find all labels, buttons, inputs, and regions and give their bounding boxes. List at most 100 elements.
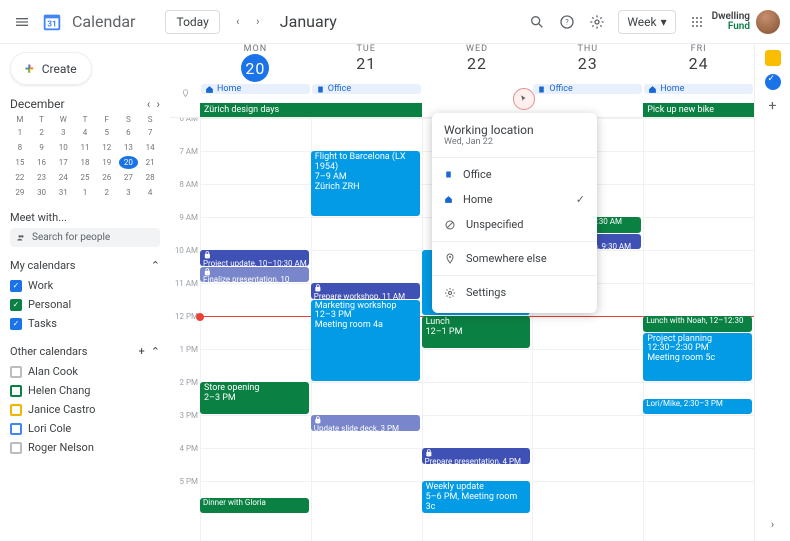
- mini-day[interactable]: 22: [10, 171, 30, 184]
- mini-day[interactable]: 2: [97, 186, 117, 199]
- popup-option-home[interactable]: Home✓: [432, 187, 597, 212]
- checkbox[interactable]: [10, 404, 22, 416]
- calendar-item[interactable]: Lori Cole: [10, 419, 160, 438]
- calendar-event[interactable]: Prepare presentation, 4 PM: [422, 448, 531, 464]
- popup-settings[interactable]: Settings: [432, 280, 597, 305]
- working-location-pill[interactable]: Office: [312, 84, 421, 94]
- mini-day[interactable]: 31: [53, 186, 73, 199]
- mini-prev-button[interactable]: ‹: [147, 97, 151, 111]
- calendar-event[interactable]: Dinner with Gloria: [200, 498, 309, 514]
- mini-day[interactable]: 13: [119, 141, 139, 154]
- mini-day[interactable]: 27: [119, 171, 139, 184]
- mini-day[interactable]: 30: [32, 186, 52, 199]
- tasks-button[interactable]: [765, 74, 781, 90]
- mini-day[interactable]: 20: [119, 156, 139, 169]
- popup-option-unspecified[interactable]: Unspecified: [432, 212, 597, 237]
- mini-day[interactable]: 19: [97, 156, 117, 169]
- calendar-event[interactable]: Lunch with Noah, 12–12:30: [643, 316, 752, 332]
- calendar-event[interactable]: Marketing workshop12–3 PMMeeting room 4a: [311, 300, 420, 382]
- settings-button[interactable]: [584, 9, 610, 35]
- allday-event[interactable]: Pick up new bike: [643, 103, 754, 117]
- mini-day[interactable]: 18: [75, 156, 95, 169]
- search-people-input[interactable]: Search for people: [10, 228, 160, 247]
- add-other-calendar-button[interactable]: +: [139, 345, 145, 358]
- search-button[interactable]: [524, 9, 550, 35]
- day-header[interactable]: FRI24: [643, 44, 754, 84]
- mini-day[interactable]: 10: [53, 141, 73, 154]
- checkbox[interactable]: [10, 423, 22, 435]
- today-button[interactable]: Today: [165, 10, 219, 34]
- calendar-event[interactable]: Prepare workshop, 11 AM: [311, 283, 420, 299]
- mini-day[interactable]: 1: [10, 126, 30, 139]
- calendar-event[interactable]: Store opening2–3 PM: [200, 382, 309, 414]
- calendar-item[interactable]: Personal: [10, 295, 160, 314]
- checkbox[interactable]: [10, 318, 22, 330]
- working-location-pill[interactable]: Home: [644, 84, 753, 94]
- allday-event[interactable]: Zürich design days: [200, 103, 311, 117]
- addons-button[interactable]: +: [769, 98, 777, 114]
- mini-day[interactable]: 4: [140, 186, 160, 199]
- mini-day[interactable]: 21: [140, 156, 160, 169]
- mini-day[interactable]: 3: [53, 126, 73, 139]
- mini-day[interactable]: 8: [10, 141, 30, 154]
- mini-day[interactable]: 29: [10, 186, 30, 199]
- mini-day[interactable]: 14: [140, 141, 160, 154]
- checkbox[interactable]: [10, 385, 22, 397]
- day-header[interactable]: TUE21: [311, 44, 422, 84]
- calendar-event[interactable]: Weekly update5–6 PM, Meeting room 3c: [422, 481, 531, 513]
- mini-day[interactable]: 9: [32, 141, 52, 154]
- collapse-panel-button[interactable]: ›: [771, 518, 774, 531]
- mini-day[interactable]: 5: [97, 126, 117, 139]
- mini-day[interactable]: 25: [75, 171, 95, 184]
- mini-day[interactable]: 12: [97, 141, 117, 154]
- calendar-item[interactable]: Work: [10, 276, 160, 295]
- calendar-event[interactable]: Finalize presentation, 10: [200, 267, 309, 283]
- mini-calendar[interactable]: MTWTFSS123456789101112131415161718192021…: [10, 115, 160, 199]
- main-menu-button[interactable]: [10, 10, 34, 34]
- mini-day[interactable]: 2: [32, 126, 52, 139]
- account-avatar[interactable]: [756, 10, 780, 34]
- mini-next-button[interactable]: ›: [156, 97, 160, 111]
- checkbox[interactable]: [10, 280, 22, 292]
- prev-week-button[interactable]: ‹: [228, 12, 248, 32]
- my-calendars-toggle[interactable]: ⌃: [151, 259, 160, 272]
- calendar-event[interactable]: Lori/Mike, 2:30–3 PM: [643, 399, 752, 415]
- calendar-event[interactable]: Update slide deck, 3 PM: [311, 415, 420, 431]
- mini-day[interactable]: 7: [140, 126, 160, 139]
- mini-day[interactable]: 4: [75, 126, 95, 139]
- calendar-item[interactable]: Tasks: [10, 314, 160, 333]
- checkbox[interactable]: [10, 442, 22, 454]
- calendar-event[interactable]: Project planning12:30–2:30 PMMeeting roo…: [643, 333, 752, 382]
- calendar-item[interactable]: Helen Chang: [10, 381, 160, 400]
- apps-button[interactable]: [684, 9, 710, 35]
- mini-day[interactable]: 16: [32, 156, 52, 169]
- other-calendars-toggle[interactable]: ⌃: [151, 345, 160, 358]
- mini-day[interactable]: 17: [53, 156, 73, 169]
- day-header[interactable]: MON20: [200, 44, 311, 84]
- mini-day[interactable]: 3: [119, 186, 139, 199]
- working-location-pill[interactable]: Home: [201, 84, 310, 94]
- view-selector[interactable]: Week ▾: [618, 10, 675, 34]
- day-header[interactable]: THU23: [532, 44, 643, 84]
- keep-button[interactable]: [765, 50, 781, 66]
- mini-day[interactable]: 24: [53, 171, 73, 184]
- working-location-pill[interactable]: Office: [533, 84, 642, 94]
- help-button[interactable]: ?: [554, 9, 580, 35]
- mini-day[interactable]: 23: [32, 171, 52, 184]
- calendar-event[interactable]: Flight to Barcelona (LX 1954)7–9 AMZüric…: [311, 151, 420, 216]
- mini-day[interactable]: 1: [75, 186, 95, 199]
- mini-day[interactable]: 26: [97, 171, 117, 184]
- calendar-event[interactable]: Project update, 10–10:30 AM: [200, 250, 309, 266]
- mini-day[interactable]: 15: [10, 156, 30, 169]
- mini-day[interactable]: 11: [75, 141, 95, 154]
- checkbox[interactable]: [10, 366, 22, 378]
- create-button[interactable]: + Create: [10, 52, 92, 85]
- next-week-button[interactable]: ›: [248, 12, 268, 32]
- day-header[interactable]: WED22: [422, 44, 533, 84]
- popup-option-office[interactable]: Office: [432, 162, 597, 187]
- calendar-item[interactable]: Janice Castro: [10, 400, 160, 419]
- calendar-item[interactable]: Roger Nelson: [10, 438, 160, 457]
- calendar-event[interactable]: Lunch12–1 PM: [422, 316, 531, 348]
- mini-day[interactable]: 6: [119, 126, 139, 139]
- calendar-item[interactable]: Alan Cook: [10, 362, 160, 381]
